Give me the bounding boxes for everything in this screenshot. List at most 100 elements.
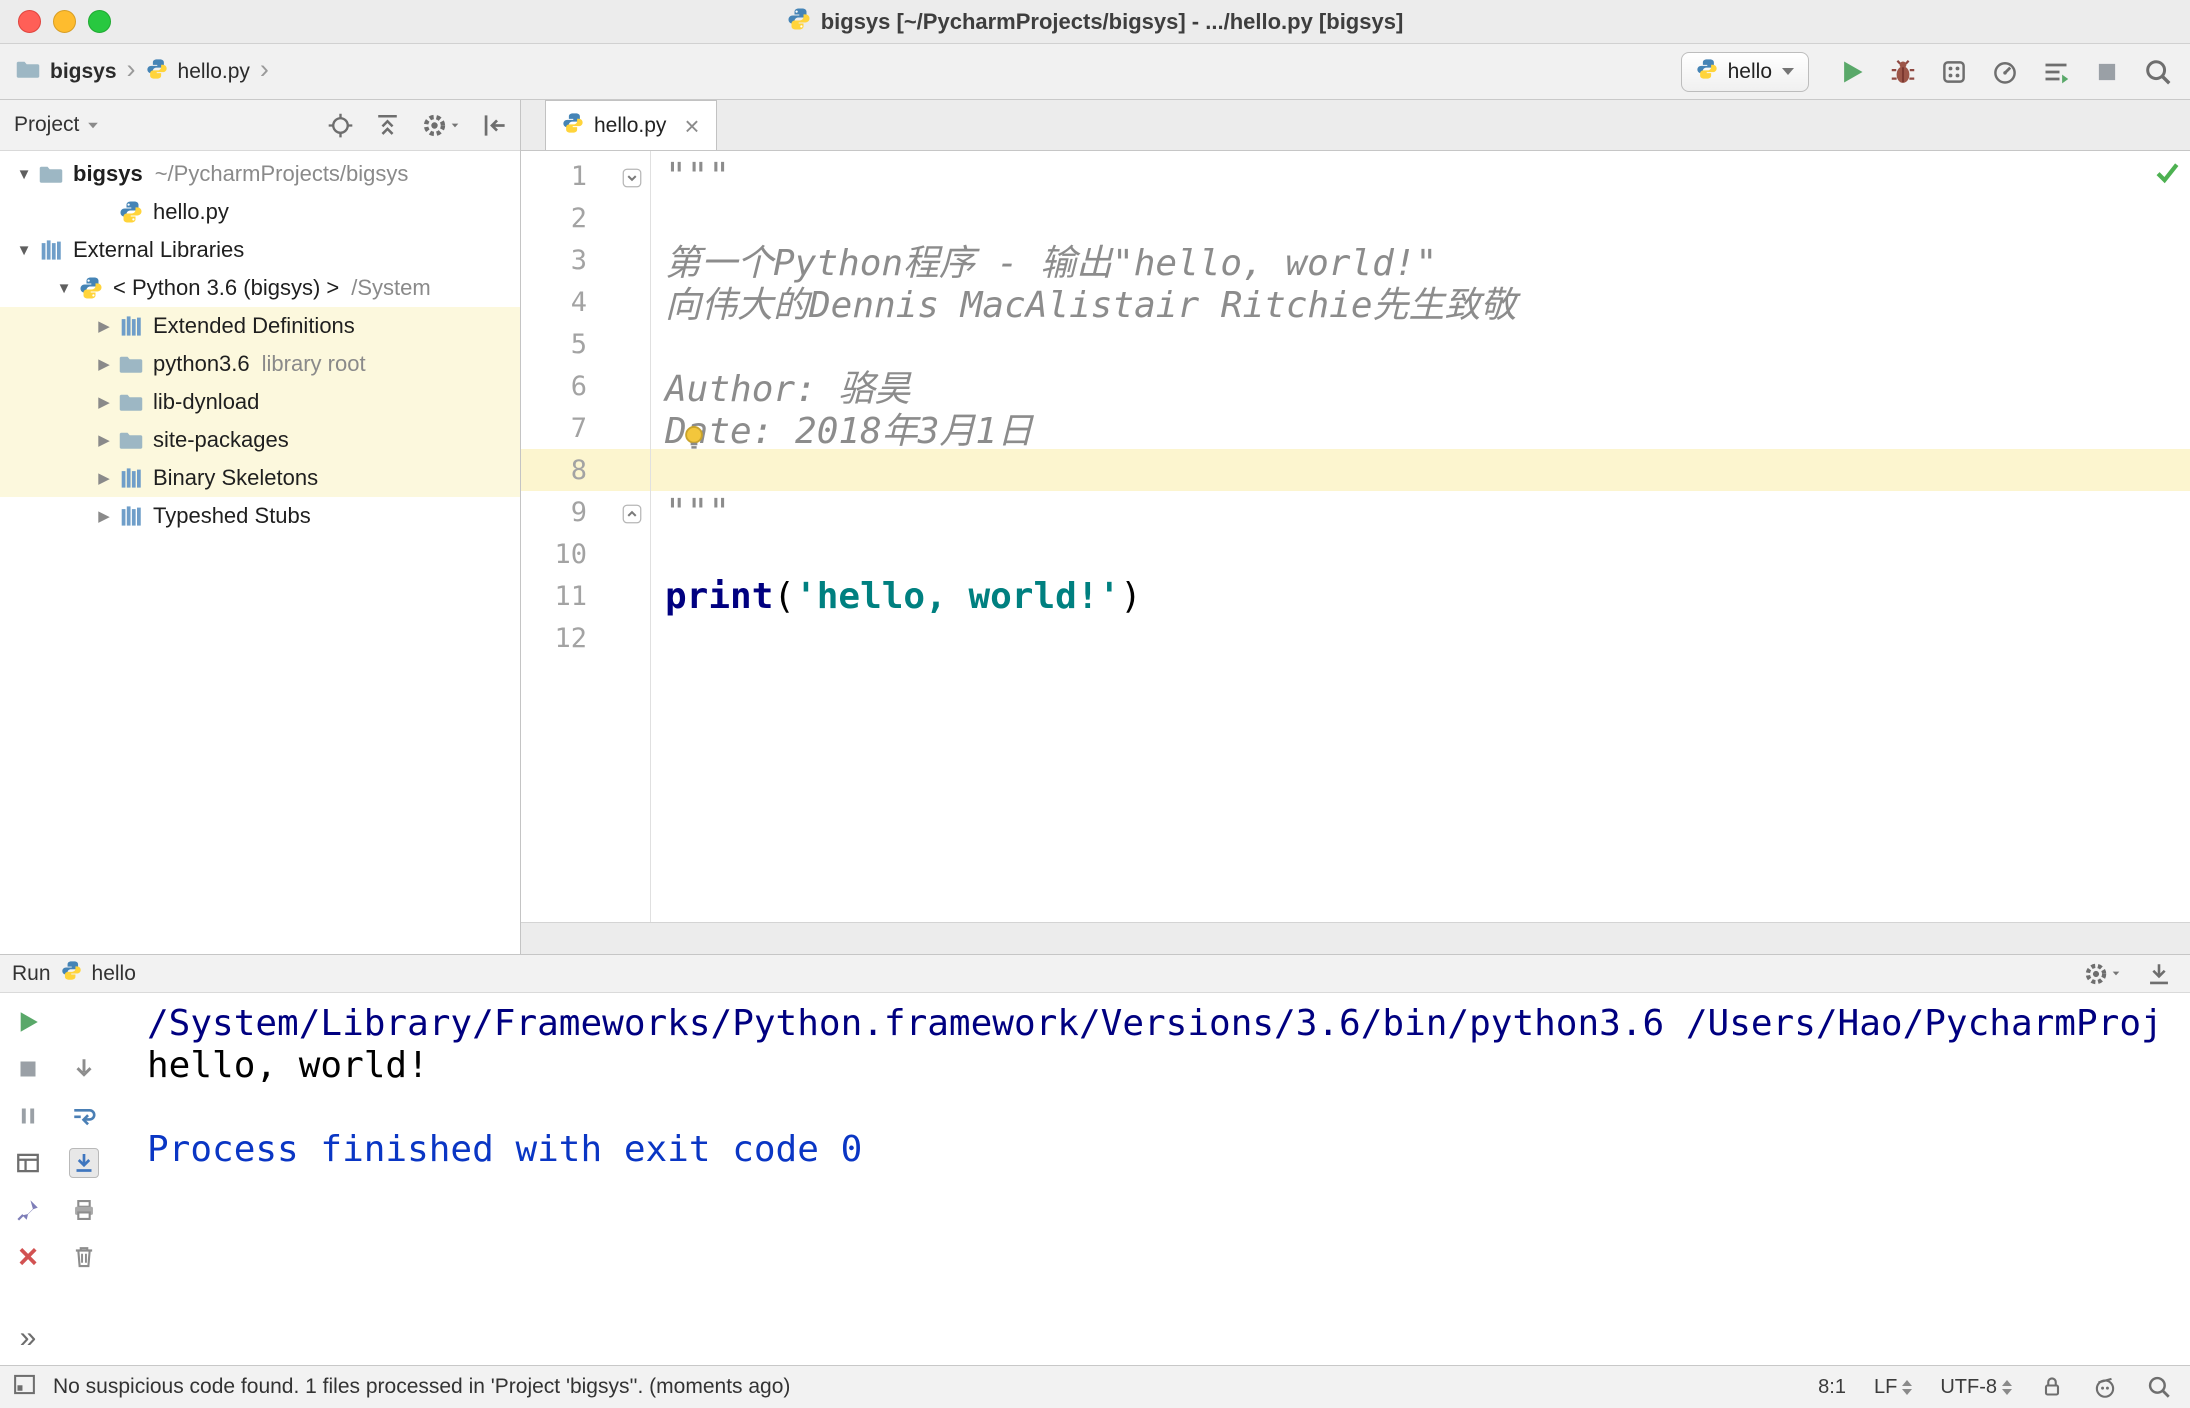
code-text[interactable]: 向伟大的Dennis MacAlistair Ritchie先生致敬: [650, 276, 1517, 328]
tree-expand-arrow-icon[interactable]: ▼: [10, 166, 38, 183]
tree-item-typeshed-stubs[interactable]: ▶ Typeshed Stubs: [0, 497, 520, 535]
caret-position-widget[interactable]: 8:1: [1818, 1376, 1846, 1399]
tree-item-hello-py[interactable]: hello.py: [0, 193, 520, 231]
code-text[interactable]: """: [650, 492, 730, 533]
line-number[interactable]: 5: [521, 329, 591, 360]
write-lock-icon[interactable]: [2040, 1375, 2064, 1399]
soft-wrap-button[interactable]: [69, 1101, 99, 1131]
tree-expand-arrow-icon[interactable]: ▶: [90, 393, 118, 411]
editor-code[interactable]: 1 """ 2 3 第一个Python程序 - 输出"hello, world!" 4 向伟…: [521, 151, 2190, 659]
intention-bulb-icon[interactable]: [679, 423, 709, 458]
code-line-9[interactable]: 9 """: [521, 491, 2190, 533]
fold-marker-icon[interactable]: [622, 492, 642, 533]
fold-marker-icon[interactable]: [622, 156, 642, 197]
code-line-12[interactable]: 12: [521, 617, 2190, 659]
run-panel-title[interactable]: Run: [12, 962, 51, 986]
minimize-window-button[interactable]: [53, 10, 76, 33]
tree-expand-arrow-icon[interactable]: ▶: [90, 317, 118, 335]
code-text[interactable]: print('hello, world!'): [650, 576, 1142, 617]
collapse-all-button[interactable]: [374, 112, 401, 139]
encoding-widget[interactable]: UTF-8: [1940, 1376, 2012, 1399]
editor[interactable]: 1 """ 2 3 第一个Python程序 - 输出"hello, world!" 4 向伟…: [521, 151, 2190, 922]
scroll-to-end-button[interactable]: [69, 1148, 99, 1178]
run-configuration-select[interactable]: hello: [1680, 51, 1809, 92]
breadcrumb-project[interactable]: bigsys: [50, 60, 117, 84]
code-line-10[interactable]: 10: [521, 533, 2190, 575]
locate-file-button[interactable]: [327, 112, 354, 139]
line-number[interactable]: 3: [521, 245, 591, 276]
print-button[interactable]: [69, 1195, 99, 1225]
hector-inspector-icon[interactable]: [2092, 1374, 2118, 1400]
zoom-window-button[interactable]: [88, 10, 111, 33]
run-button[interactable]: [1836, 56, 1868, 88]
down-stacktrace-button[interactable]: [69, 1054, 99, 1084]
code-line-11[interactable]: 11 print('hello, world!'): [521, 575, 2190, 617]
search-everywhere-button[interactable]: [2142, 56, 2174, 88]
restore-layout-button[interactable]: [13, 1148, 43, 1178]
rerun-button[interactable]: [13, 1007, 43, 1037]
search-icon[interactable]: [2146, 1374, 2172, 1400]
coverage-button[interactable]: [1938, 56, 1970, 88]
tree-item-site-packages[interactable]: ▶ site-packages: [0, 421, 520, 459]
project-panel-title[interactable]: Project: [14, 113, 79, 137]
tree-item-python-3-6-bigsys[interactable]: ▼ < Python 3.6 (bigsys) > /System: [0, 269, 520, 307]
line-number[interactable]: 8: [521, 455, 591, 486]
close-window-button[interactable]: [18, 10, 41, 33]
breadcrumb-file[interactable]: hello.py: [178, 60, 250, 84]
line-number[interactable]: 1: [521, 161, 591, 192]
tree-expand-arrow-icon[interactable]: ▶: [90, 431, 118, 449]
code-line-5[interactable]: 5: [521, 323, 2190, 365]
code-line-7[interactable]: 7 Date: 2018年3月1日: [521, 407, 2190, 452]
hide-panel-button[interactable]: [481, 112, 508, 139]
hide-run-panel-button[interactable]: [2146, 961, 2172, 987]
pause-output-button[interactable]: [13, 1101, 43, 1131]
tree-expand-arrow-icon[interactable]: ▶: [90, 355, 118, 373]
tree-expand-arrow-icon[interactable]: ▶: [90, 507, 118, 525]
stop-button[interactable]: [13, 1054, 43, 1084]
tree-item-label: lib-dynload: [153, 389, 260, 414]
editor-tab-hello-py[interactable]: hello.py ×: [545, 100, 717, 150]
line-number[interactable]: 11: [521, 581, 591, 612]
navigation-bar: bigsys › hello.py ›: [16, 56, 269, 87]
tree-item-extended-definitions[interactable]: ▶ Extended Definitions: [0, 307, 520, 345]
tree-item-bigsys[interactable]: ▼ bigsys ~/PycharmProjects/bigsys: [0, 155, 520, 193]
pycharm-window: bigsys [~/PycharmProjects/bigsys] - .../…: [0, 0, 2190, 1408]
tree-item-binary-skeletons[interactable]: ▶ Binary Skeletons: [0, 459, 520, 497]
code-line-1[interactable]: 1 """: [521, 155, 2190, 197]
clear-all-button[interactable]: [69, 1242, 99, 1272]
tree-item-external-libraries[interactable]: ▼ External Libraries: [0, 231, 520, 269]
code-text[interactable]: """: [650, 156, 730, 197]
line-number[interactable]: 4: [521, 287, 591, 318]
line-number[interactable]: 7: [521, 413, 591, 444]
settings-gear-button[interactable]: [421, 112, 461, 139]
tree-expand-arrow-icon[interactable]: ▶: [90, 469, 118, 487]
code-line-8[interactable]: 8: [521, 449, 2190, 491]
close-run-button[interactable]: ×: [13, 1240, 43, 1274]
line-number[interactable]: 12: [521, 623, 591, 654]
line-number[interactable]: 9: [521, 497, 591, 528]
tree-item-lib-dynload[interactable]: ▶ lib-dynload: [0, 383, 520, 421]
inspection-ok-icon[interactable]: [2154, 159, 2180, 190]
toolwindow-toggle-icon[interactable]: [12, 1372, 37, 1403]
line-number[interactable]: 6: [521, 371, 591, 402]
run-settings-gear-button[interactable]: [2083, 961, 2122, 987]
line-separator-widget[interactable]: LF: [1874, 1376, 1913, 1399]
chevron-down-icon[interactable]: [88, 122, 99, 128]
pin-tab-button[interactable]: [13, 1195, 43, 1225]
code-line-6[interactable]: 6 Author: 骆昊: [521, 365, 2190, 410]
tree-item-python3-6[interactable]: ▶ python3.6 library root: [0, 345, 520, 383]
structure-lines-button[interactable]: [2040, 56, 2072, 88]
profiler-button[interactable]: [1989, 56, 2021, 88]
line-number[interactable]: 2: [521, 203, 591, 234]
tree-expand-arrow-icon[interactable]: ▼: [50, 280, 78, 297]
stop-button[interactable]: [2091, 56, 2123, 88]
tree-expand-arrow-icon[interactable]: ▼: [10, 242, 38, 259]
more-actions-button[interactable]: »: [13, 1321, 43, 1354]
console-output[interactable]: /System/Library/Frameworks/Python.framew…: [125, 993, 2190, 1365]
debug-button[interactable]: [1887, 56, 1919, 88]
code-line-2[interactable]: 2: [521, 197, 2190, 239]
code-line-3[interactable]: 3 第一个Python程序 - 输出"hello, world!": [521, 239, 2190, 284]
close-tab-icon[interactable]: ×: [684, 113, 699, 139]
code-line-4[interactable]: 4 向伟大的Dennis MacAlistair Ritchie先生致敬: [521, 281, 2190, 326]
line-number[interactable]: 10: [521, 539, 591, 570]
